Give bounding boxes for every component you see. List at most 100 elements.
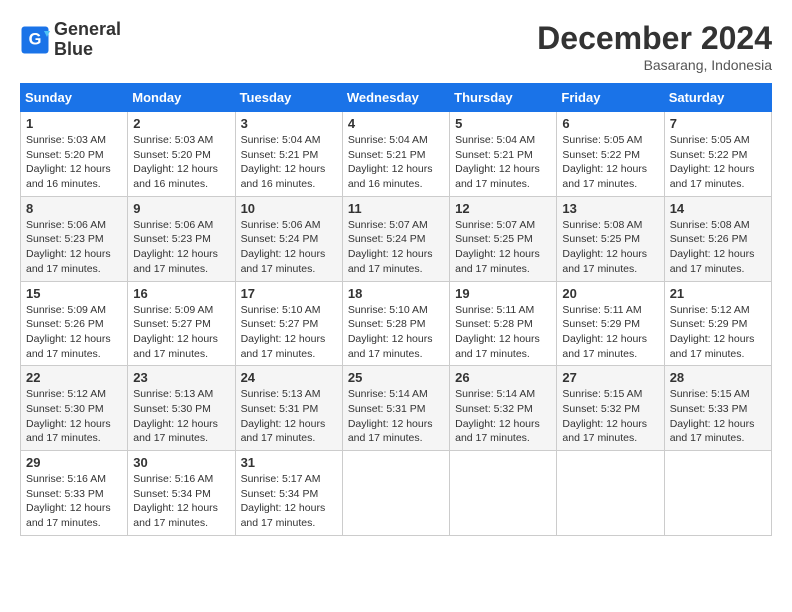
day-info: Sunrise: 5:11 AM Sunset: 5:28 PM Dayligh… <box>455 303 551 362</box>
day-info: Sunrise: 5:05 AM Sunset: 5:22 PM Dayligh… <box>562 133 658 192</box>
day-cell: 1 Sunrise: 5:03 AM Sunset: 5:20 PM Dayli… <box>21 112 128 197</box>
day-cell: 25 Sunrise: 5:14 AM Sunset: 5:31 PM Dayl… <box>342 366 449 451</box>
logo-line1: General <box>54 20 121 40</box>
day-info: Sunrise: 5:03 AM Sunset: 5:20 PM Dayligh… <box>26 133 122 192</box>
week-row-4: 22 Sunrise: 5:12 AM Sunset: 5:30 PM Dayl… <box>21 366 772 451</box>
logo-line2: Blue <box>54 40 121 60</box>
day-number: 8 <box>26 201 122 216</box>
day-cell: 13 Sunrise: 5:08 AM Sunset: 5:25 PM Dayl… <box>557 196 664 281</box>
day-info: Sunrise: 5:10 AM Sunset: 5:27 PM Dayligh… <box>241 303 337 362</box>
day-cell: 26 Sunrise: 5:14 AM Sunset: 5:32 PM Dayl… <box>450 366 557 451</box>
header-row: SundayMondayTuesdayWednesdayThursdayFrid… <box>21 84 772 112</box>
day-info: Sunrise: 5:15 AM Sunset: 5:33 PM Dayligh… <box>670 387 766 446</box>
week-row-2: 8 Sunrise: 5:06 AM Sunset: 5:23 PM Dayli… <box>21 196 772 281</box>
week-row-5: 29 Sunrise: 5:16 AM Sunset: 5:33 PM Dayl… <box>21 451 772 536</box>
day-cell: 27 Sunrise: 5:15 AM Sunset: 5:32 PM Dayl… <box>557 366 664 451</box>
week-row-3: 15 Sunrise: 5:09 AM Sunset: 5:26 PM Dayl… <box>21 281 772 366</box>
logo-icon: G <box>20 25 50 55</box>
header-cell-monday: Monday <box>128 84 235 112</box>
day-cell: 2 Sunrise: 5:03 AM Sunset: 5:20 PM Dayli… <box>128 112 235 197</box>
day-cell <box>450 451 557 536</box>
day-number: 11 <box>348 201 444 216</box>
calendar-table: SundayMondayTuesdayWednesdayThursdayFrid… <box>20 83 772 536</box>
day-cell: 9 Sunrise: 5:06 AM Sunset: 5:23 PM Dayli… <box>128 196 235 281</box>
day-info: Sunrise: 5:03 AM Sunset: 5:20 PM Dayligh… <box>133 133 229 192</box>
day-info: Sunrise: 5:06 AM Sunset: 5:24 PM Dayligh… <box>241 218 337 277</box>
day-cell: 30 Sunrise: 5:16 AM Sunset: 5:34 PM Dayl… <box>128 451 235 536</box>
day-number: 24 <box>241 370 337 385</box>
day-number: 14 <box>670 201 766 216</box>
day-info: Sunrise: 5:07 AM Sunset: 5:25 PM Dayligh… <box>455 218 551 277</box>
day-number: 28 <box>670 370 766 385</box>
day-cell: 10 Sunrise: 5:06 AM Sunset: 5:24 PM Dayl… <box>235 196 342 281</box>
week-row-1: 1 Sunrise: 5:03 AM Sunset: 5:20 PM Dayli… <box>21 112 772 197</box>
day-info: Sunrise: 5:14 AM Sunset: 5:31 PM Dayligh… <box>348 387 444 446</box>
day-cell: 15 Sunrise: 5:09 AM Sunset: 5:26 PM Dayl… <box>21 281 128 366</box>
day-number: 9 <box>133 201 229 216</box>
day-number: 29 <box>26 455 122 470</box>
day-number: 23 <box>133 370 229 385</box>
day-cell: 8 Sunrise: 5:06 AM Sunset: 5:23 PM Dayli… <box>21 196 128 281</box>
day-number: 27 <box>562 370 658 385</box>
day-info: Sunrise: 5:05 AM Sunset: 5:22 PM Dayligh… <box>670 133 766 192</box>
day-number: 10 <box>241 201 337 216</box>
day-number: 21 <box>670 286 766 301</box>
page-header: G General Blue December 2024 Basarang, I… <box>20 20 772 73</box>
day-info: Sunrise: 5:04 AM Sunset: 5:21 PM Dayligh… <box>241 133 337 192</box>
day-info: Sunrise: 5:14 AM Sunset: 5:32 PM Dayligh… <box>455 387 551 446</box>
day-info: Sunrise: 5:08 AM Sunset: 5:26 PM Dayligh… <box>670 218 766 277</box>
day-cell: 12 Sunrise: 5:07 AM Sunset: 5:25 PM Dayl… <box>450 196 557 281</box>
day-info: Sunrise: 5:17 AM Sunset: 5:34 PM Dayligh… <box>241 472 337 531</box>
calendar-subtitle: Basarang, Indonesia <box>537 57 772 73</box>
header-cell-wednesday: Wednesday <box>342 84 449 112</box>
day-number: 6 <box>562 116 658 131</box>
day-number: 19 <box>455 286 551 301</box>
day-cell: 22 Sunrise: 5:12 AM Sunset: 5:30 PM Dayl… <box>21 366 128 451</box>
day-info: Sunrise: 5:15 AM Sunset: 5:32 PM Dayligh… <box>562 387 658 446</box>
logo: G General Blue <box>20 20 121 60</box>
day-number: 5 <box>455 116 551 131</box>
day-number: 22 <box>26 370 122 385</box>
day-number: 1 <box>26 116 122 131</box>
day-cell: 16 Sunrise: 5:09 AM Sunset: 5:27 PM Dayl… <box>128 281 235 366</box>
day-number: 2 <box>133 116 229 131</box>
day-info: Sunrise: 5:06 AM Sunset: 5:23 PM Dayligh… <box>26 218 122 277</box>
day-cell: 18 Sunrise: 5:10 AM Sunset: 5:28 PM Dayl… <box>342 281 449 366</box>
title-block: December 2024 Basarang, Indonesia <box>537 20 772 73</box>
day-number: 13 <box>562 201 658 216</box>
header-cell-sunday: Sunday <box>21 84 128 112</box>
day-cell: 6 Sunrise: 5:05 AM Sunset: 5:22 PM Dayli… <box>557 112 664 197</box>
day-number: 3 <box>241 116 337 131</box>
day-cell: 24 Sunrise: 5:13 AM Sunset: 5:31 PM Dayl… <box>235 366 342 451</box>
day-info: Sunrise: 5:08 AM Sunset: 5:25 PM Dayligh… <box>562 218 658 277</box>
day-cell: 29 Sunrise: 5:16 AM Sunset: 5:33 PM Dayl… <box>21 451 128 536</box>
day-info: Sunrise: 5:13 AM Sunset: 5:30 PM Dayligh… <box>133 387 229 446</box>
header-cell-tuesday: Tuesday <box>235 84 342 112</box>
day-number: 4 <box>348 116 444 131</box>
day-info: Sunrise: 5:04 AM Sunset: 5:21 PM Dayligh… <box>348 133 444 192</box>
day-cell: 23 Sunrise: 5:13 AM Sunset: 5:30 PM Dayl… <box>128 366 235 451</box>
day-cell: 28 Sunrise: 5:15 AM Sunset: 5:33 PM Dayl… <box>664 366 771 451</box>
day-info: Sunrise: 5:16 AM Sunset: 5:34 PM Dayligh… <box>133 472 229 531</box>
day-number: 30 <box>133 455 229 470</box>
day-number: 26 <box>455 370 551 385</box>
day-number: 25 <box>348 370 444 385</box>
day-info: Sunrise: 5:13 AM Sunset: 5:31 PM Dayligh… <box>241 387 337 446</box>
day-number: 16 <box>133 286 229 301</box>
day-info: Sunrise: 5:16 AM Sunset: 5:33 PM Dayligh… <box>26 472 122 531</box>
calendar-body: 1 Sunrise: 5:03 AM Sunset: 5:20 PM Dayli… <box>21 112 772 536</box>
day-number: 18 <box>348 286 444 301</box>
day-cell: 19 Sunrise: 5:11 AM Sunset: 5:28 PM Dayl… <box>450 281 557 366</box>
day-info: Sunrise: 5:06 AM Sunset: 5:23 PM Dayligh… <box>133 218 229 277</box>
header-cell-saturday: Saturday <box>664 84 771 112</box>
day-cell: 20 Sunrise: 5:11 AM Sunset: 5:29 PM Dayl… <box>557 281 664 366</box>
day-number: 20 <box>562 286 658 301</box>
day-cell: 17 Sunrise: 5:10 AM Sunset: 5:27 PM Dayl… <box>235 281 342 366</box>
day-number: 7 <box>670 116 766 131</box>
day-cell <box>342 451 449 536</box>
svg-text:G: G <box>29 30 42 48</box>
day-cell: 7 Sunrise: 5:05 AM Sunset: 5:22 PM Dayli… <box>664 112 771 197</box>
day-cell: 31 Sunrise: 5:17 AM Sunset: 5:34 PM Dayl… <box>235 451 342 536</box>
calendar-header: SundayMondayTuesdayWednesdayThursdayFrid… <box>21 84 772 112</box>
header-cell-thursday: Thursday <box>450 84 557 112</box>
